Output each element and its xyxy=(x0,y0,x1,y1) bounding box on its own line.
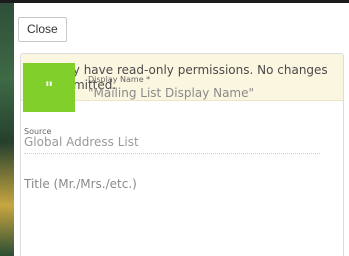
avatar: " xyxy=(23,63,75,112)
app-root: Close You only have read-only permission… xyxy=(0,0,349,256)
source-value: Global Address List xyxy=(24,135,139,149)
field-divider xyxy=(24,153,320,154)
contact-panel: Close You only have read-only permission… xyxy=(14,3,349,256)
display-name-label: Display Name * xyxy=(88,75,151,84)
background-image-strip xyxy=(0,3,14,256)
display-name-field[interactable]: "Mailing List Display Name" xyxy=(88,86,254,100)
title-field[interactable]: Title (Mr./Mrs./etc.) xyxy=(24,177,137,191)
close-button[interactable]: Close xyxy=(18,17,67,42)
